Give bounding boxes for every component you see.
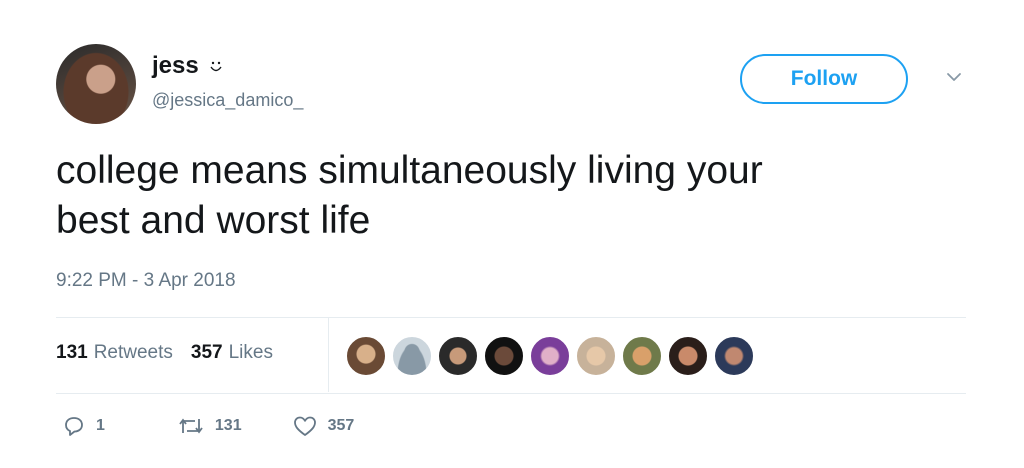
divider [56,393,966,394]
retweets-count: 131 [56,342,88,363]
liker-avatar[interactable] [484,336,524,376]
user-handle[interactable]: @jessica_damico_ [152,90,303,111]
retweets-stat[interactable]: 131 Retweets [56,342,173,364]
tweet-text-line: college means simultaneously living your [56,149,763,192]
stats-separator [328,318,329,392]
liker-avatar[interactable] [346,336,386,376]
liker-avatar[interactable] [622,336,662,376]
chevron-down-icon[interactable] [944,70,964,84]
follow-button[interactable]: Follow [740,54,908,104]
profile-avatar[interactable] [56,44,136,124]
likes-count: 357 [190,342,223,363]
liker-avatar[interactable] [392,336,432,376]
user-name-row: jess [152,52,223,80]
smiley-icon [209,54,223,72]
liker-avatar[interactable] [576,336,616,376]
retweet-count: 131 [214,417,242,434]
reply-icon [62,414,86,438]
liker-avatar[interactable] [438,336,478,376]
retweet-button[interactable]: 131 [177,414,242,438]
liker-avatar[interactable] [714,336,754,376]
tweet-text: college means simultaneously living your… [56,146,956,246]
likes-label: Likes [228,342,273,363]
liker-avatar[interactable] [530,336,570,376]
user-name[interactable]: jess [152,52,199,80]
likers-avatars [346,336,754,376]
tweet-actions: 1 131 357 [62,414,404,438]
like-button[interactable]: 357 [292,414,355,438]
likes-stat[interactable]: 357 Likes [191,342,273,364]
liker-avatar[interactable] [668,336,708,376]
retweets-label: Retweets [93,342,173,363]
tweet-text-line: best and worst life [56,199,371,242]
heart-icon [292,414,318,438]
like-count: 357 [327,417,355,434]
divider [56,317,966,318]
tweet-timestamp[interactable]: 9:22 PM - 3 Apr 2018 [56,270,236,292]
reply-button[interactable]: 1 [62,414,105,438]
reply-count: 1 [96,417,105,434]
retweet-icon [177,414,205,438]
engagement-stats: 131 Retweets 357 Likes [56,342,273,364]
